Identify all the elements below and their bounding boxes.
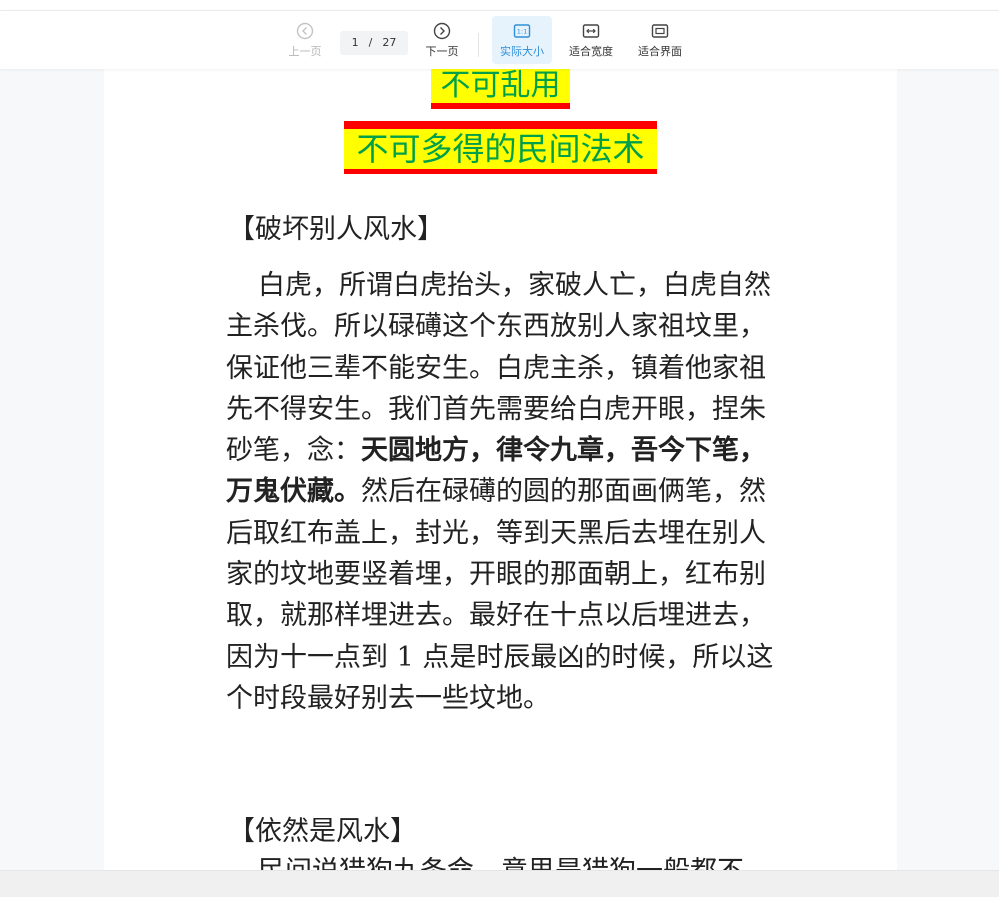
paragraph-1: 白虎，所谓白虎抬头，家破人亡，白虎自然主杀伐。所以碌礡这个东西放别人家祖坟里，保… <box>226 265 782 719</box>
next-page-label: 下一页 <box>425 45 459 58</box>
title-1-text: 不可乱用 <box>431 69 570 103</box>
total-pages: 27 <box>382 36 397 49</box>
fit-page-icon <box>651 24 669 38</box>
fit-width-label: 适合宽度 <box>569 45 613 58</box>
document-page: 不可乱用 不可多得的民间法术 【破坏别人风水】 白虎，所谓白虎抬头，家破人亡，白… <box>104 69 897 896</box>
paragraph-1-text-b: 然后在碌礡的圆的那面画俩笔，然后取红布盖上，封光，等到天黑后去埋在别人家的坟地要… <box>226 476 774 714</box>
svg-text:1:1: 1:1 <box>517 28 527 36</box>
viewer-toolbar: 上一页 1 / 27 下一页 1:1 实际大小 适合宽度 适合界面 <box>0 11 999 69</box>
fit-width-button[interactable]: 适合宽度 <box>561 16 621 64</box>
fit-page-button[interactable]: 适合界面 <box>630 16 690 64</box>
chevron-left-circle-icon <box>296 22 314 40</box>
section-heading-1: 【破坏别人风水】 <box>228 214 444 245</box>
section-heading-2: 【依然是风水】 <box>228 816 417 847</box>
actual-size-button[interactable]: 1:1 实际大小 <box>492 16 552 64</box>
title-banner-2: 不可多得的民间法术 <box>344 121 657 174</box>
horizontal-scrollbar[interactable] <box>0 870 999 897</box>
prev-page-button[interactable]: 上一页 <box>275 16 335 64</box>
page-counter[interactable]: 1 / 27 <box>340 31 408 55</box>
page-separator: / <box>368 36 373 49</box>
next-page-button[interactable]: 下一页 <box>412 16 472 64</box>
chevron-right-circle-icon <box>433 22 451 40</box>
actual-size-label: 实际大小 <box>500 45 544 58</box>
prev-page-label: 上一页 <box>288 45 322 58</box>
fit-width-icon <box>582 24 600 38</box>
title-banner-1: 不可乱用 <box>431 69 570 109</box>
toolbar-divider <box>478 33 479 57</box>
title-2-text: 不可多得的民间法术 <box>344 129 657 169</box>
current-page-input[interactable]: 1 <box>352 31 359 55</box>
window-top-strip <box>0 0 999 11</box>
fit-page-label: 适合界面 <box>638 45 682 58</box>
actual-size-icon: 1:1 <box>513 24 531 38</box>
